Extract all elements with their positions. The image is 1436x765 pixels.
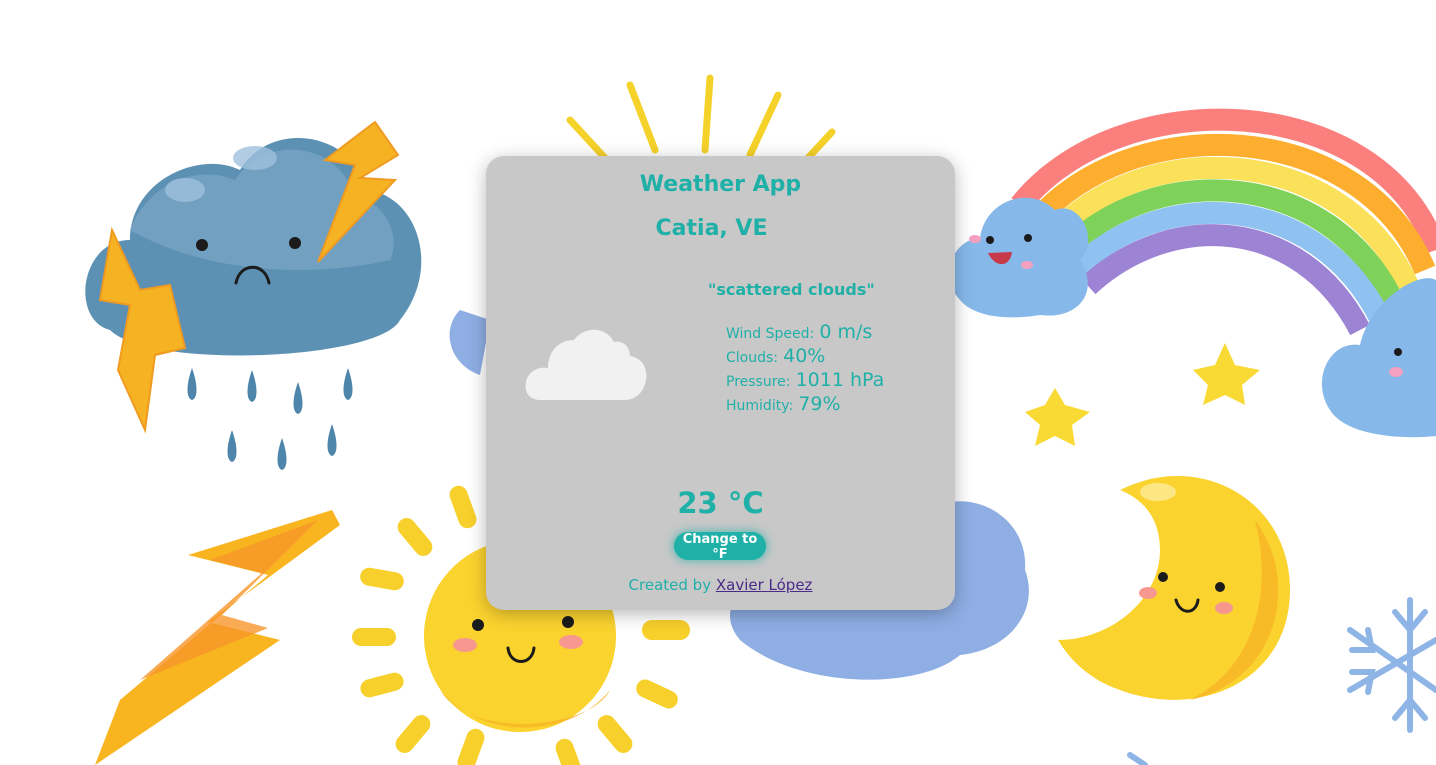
wind-speed-value: 0 m/s [819, 321, 873, 343]
humidity-label: Humidity: [726, 398, 794, 414]
change-unit-button[interactable]: Change to °F [674, 532, 766, 562]
weather-details: Wind Speed: 0 m/s Clouds: 40% Pressure: … [726, 320, 926, 416]
cloud-icon [525, 329, 647, 400]
location-title: Catia, VE [655, 216, 768, 241]
pressure-value: 1011 hPa [795, 369, 885, 391]
lightning-bolt-icon [95, 510, 340, 765]
credits-prefix: Created by [628, 576, 712, 594]
clouds-value: 40% [783, 345, 826, 367]
humidity-row: Humidity: 79% [726, 392, 926, 416]
author-link[interactable]: Xavier López [716, 576, 813, 594]
humidity-value: 79% [798, 393, 841, 415]
weather-card: Weather App Catia, VE "scattered clouds"… [486, 156, 955, 610]
moon-icon [1058, 476, 1290, 700]
pressure-label: Pressure: [726, 374, 791, 390]
star-icon [1025, 343, 1260, 446]
wind-speed-row: Wind Speed: 0 m/s [726, 320, 926, 344]
credits: Created by Xavier López [486, 576, 955, 594]
temperature-display: 23 °C [677, 486, 764, 520]
pressure-row: Pressure: 1011 hPa [726, 368, 926, 392]
wind-speed-label: Wind Speed: [726, 326, 815, 342]
weather-description: "scattered clouds" [708, 280, 875, 299]
clouds-label: Clouds: [726, 350, 779, 366]
weather-app-page: Weather App Catia, VE "scattered clouds"… [0, 0, 1436, 765]
raindrop-icons [187, 368, 353, 470]
clouds-row: Clouds: 40% [726, 344, 926, 368]
sun-rays-top-icon [566, 74, 836, 162]
app-title: Weather App [639, 172, 802, 197]
